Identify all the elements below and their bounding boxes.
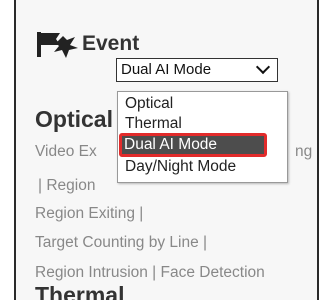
highlight-box xyxy=(119,133,267,157)
option-optical[interactable]: Optical xyxy=(125,95,173,113)
capability-target-counting: Target Counting by Line | xyxy=(35,234,208,251)
option-thermal[interactable]: Thermal xyxy=(125,115,182,133)
capability-region-exiting: Region Exiting | xyxy=(35,205,144,222)
ai-event-icon xyxy=(37,32,78,58)
capability-region-intrusion: Region Intrusion | Face Detection xyxy=(35,264,265,281)
event-title: Event xyxy=(82,32,140,55)
optical-section-title: Optical xyxy=(35,106,113,132)
next-section-title: Thermal xyxy=(35,286,125,300)
capability-line1-right: ng xyxy=(295,143,313,160)
mode-select[interactable]: Dual AI Mode xyxy=(116,58,278,82)
chevron-down-icon xyxy=(255,59,271,75)
capability-region: | Region xyxy=(38,177,96,194)
mode-dropdown-list[interactable]: Optical Thermal Dual AI Mode Day/Night M… xyxy=(117,91,288,183)
capability-video-ex: Video Ex xyxy=(35,143,97,160)
option-day-night-mode[interactable]: Day/Night Mode xyxy=(125,158,236,176)
mode-select-value: Dual AI Mode xyxy=(121,61,212,78)
event-panel: Event Dual AI Mode Optical Video Ex ng |… xyxy=(14,0,319,300)
